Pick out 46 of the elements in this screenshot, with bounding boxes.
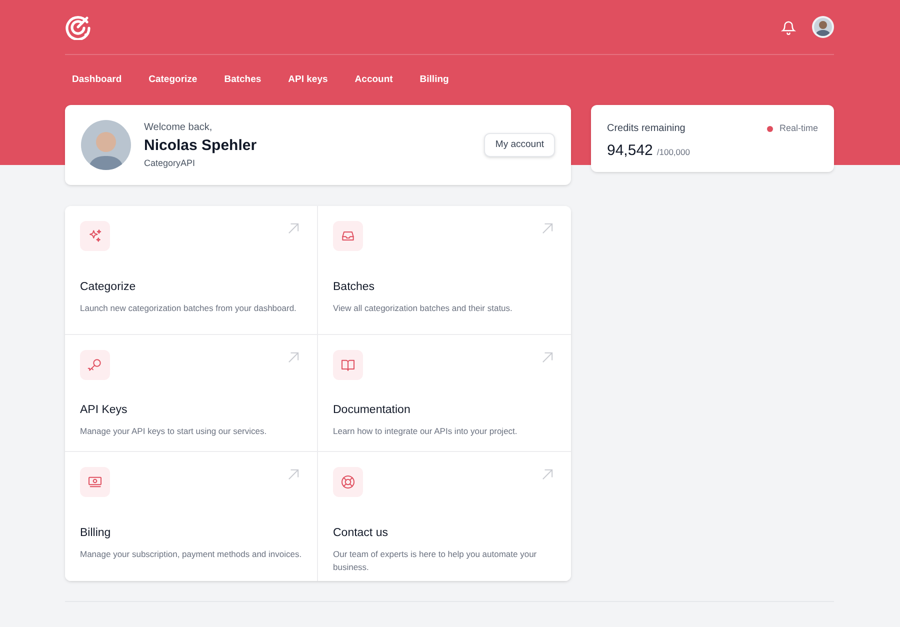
- avatar-photo-placeholder: [81, 120, 131, 170]
- tile-description: View all categorization batches and their status.: [333, 302, 514, 316]
- action-tile[interactable]: API Keys Manage your API keys to start using our services.: [65, 335, 318, 452]
- logo-icon[interactable]: [65, 14, 91, 40]
- arrow-up-right-icon: [288, 469, 299, 480]
- nav-link[interactable]: Categorize: [142, 68, 204, 92]
- tile-description: Our team of experts is here to help you automate your business.: [333, 548, 538, 574]
- credits-total: /100,000: [656, 146, 690, 159]
- action-tile[interactable]: Batches View all categorization batches and their status.: [318, 206, 571, 335]
- nav-link[interactable]: Dashboard: [65, 68, 129, 92]
- arrow-up-right-icon: [288, 352, 299, 363]
- company-name: CategoryAPI: [144, 156, 196, 170]
- nav-link[interactable]: Account: [348, 68, 400, 92]
- tile-title: Documentation: [333, 403, 412, 418]
- tile-title: API Keys: [80, 403, 128, 418]
- arrow-up-right-icon: [542, 352, 553, 363]
- greeting-text: Welcome back,: [144, 120, 214, 135]
- user-name: Nicolas Spehler: [144, 136, 258, 156]
- book-icon: [340, 357, 356, 373]
- banknote-icon: [87, 474, 103, 490]
- nav-link[interactable]: API keys: [281, 68, 335, 92]
- arrow-up-right-icon: [542, 469, 553, 480]
- tile-title: Contact us: [333, 526, 389, 541]
- tile-title: Billing: [80, 526, 112, 541]
- action-tile[interactable]: Documentation Learn how to integrate our APIs into your project.: [318, 335, 571, 452]
- credits-title: Credits remaining: [607, 122, 686, 136]
- nav-link[interactable]: Batches: [217, 68, 268, 92]
- bell-icon[interactable]: [781, 20, 796, 34]
- tile-description: Manage your API keys to start using our services.: [80, 425, 268, 438]
- tile-description: Manage your subscription, payment methods and invoices.: [80, 548, 302, 562]
- lifebuoy-icon: [340, 474, 356, 490]
- action-tile[interactable]: Billing Manage your subscription, payment methods and invoices.: [65, 452, 318, 581]
- status-text: Real-time: [779, 122, 818, 135]
- arrow-up-right-icon: [288, 223, 299, 234]
- arrow-up-right-icon: [542, 223, 553, 234]
- nav-link[interactable]: Billing: [412, 68, 456, 92]
- key-icon: [87, 357, 103, 373]
- my-account-button[interactable]: My account: [484, 133, 555, 157]
- tile-title: Categorize: [80, 280, 137, 295]
- action-tile[interactable]: Categorize Launch new categorization batches from your dashboard.: [65, 206, 318, 335]
- tile-description: Learn how to integrate our APIs into your project.: [333, 425, 518, 438]
- credits-value: 94,542: [607, 141, 653, 161]
- tile-description: Launch new categorization batches from your dashboard.: [80, 302, 298, 316]
- action-tile[interactable]: Contact us Our team of experts is here to help you automate your business.: [318, 452, 571, 581]
- sparkles-icon: [87, 228, 103, 244]
- tile-title: Batches: [333, 280, 376, 295]
